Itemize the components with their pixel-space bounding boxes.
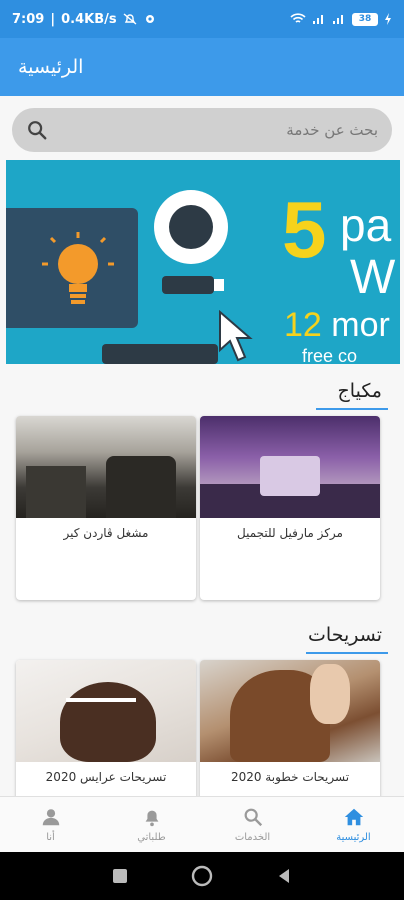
status-bar: 7:09 | 0.4KB/s 38 [0, 0, 404, 38]
search-icon [244, 808, 262, 827]
bell-icon [145, 810, 158, 827]
service-label: تسريحات عرايس 2020 [45, 770, 167, 784]
battery-indicator: 38 [352, 12, 378, 26]
nav-label: الخدمات [234, 832, 271, 843]
nav-label: أنا [46, 832, 55, 843]
signal-icon-2 [333, 15, 343, 24]
page-title: الرئيسية [18, 56, 84, 78]
service-image [200, 660, 380, 762]
banner-text-months: 12 mor [284, 306, 390, 344]
search-input[interactable] [48, 121, 378, 139]
nav-item-me[interactable]: أنا [0, 797, 101, 852]
usb-graphic [162, 276, 214, 294]
app-bar: الرئيسية [0, 38, 404, 96]
nav-item-home[interactable]: الرئيسية [303, 797, 404, 852]
main-content[interactable]: 5 pa W 12 mor free co مكياج مركز مارفيل … [0, 96, 404, 796]
section-underline [306, 652, 388, 654]
service-label: تسريحات خطوبة 2020 [230, 770, 350, 784]
home-button-icon[interactable] [191, 865, 213, 887]
home-icon [344, 808, 363, 826]
nav-item-services[interactable]: الخدمات [202, 797, 303, 852]
service-card[interactable]: تسريحات عرايس 2020 [16, 660, 196, 796]
lightbulb-icon [42, 232, 114, 304]
banner-text-w: W [350, 251, 396, 304]
service-image [16, 660, 196, 762]
status-time: 7:09 [12, 11, 45, 27]
mute-notification-icon [123, 13, 137, 25]
back-icon[interactable] [275, 867, 293, 885]
nav-label: الرئيسية [336, 832, 371, 843]
service-card[interactable]: مشغل ڤاردن كير [16, 416, 196, 600]
cursor-icon [219, 310, 253, 362]
service-label: مشغل ڤاردن كير [63, 526, 149, 540]
section-title-hairstyles: تسريحات [308, 624, 382, 646]
settings-icon [145, 15, 154, 23]
search-bar[interactable] [12, 108, 392, 152]
search-icon[interactable] [26, 119, 48, 141]
nav-item-orders[interactable]: طلباتي [101, 797, 202, 852]
service-label: مركز مارفيل للتجميل [237, 526, 343, 540]
promo-banner[interactable]: 5 pa W 12 mor free co [6, 160, 400, 364]
section-underline [316, 408, 388, 410]
system-navigation-bar [0, 852, 404, 900]
person-icon [42, 809, 59, 826]
service-image [16, 416, 196, 518]
service-card[interactable]: مركز مارفيل للتجميل [200, 416, 380, 600]
banner-number: 5 [282, 185, 327, 274]
banner-text-pa: pa [340, 199, 392, 251]
charging-icon [385, 13, 391, 25]
wifi-icon [290, 13, 306, 23]
network-speed: 0.4KB/s [61, 11, 117, 27]
banner-text-free: free co [302, 346, 358, 364]
bottom-navigation: أنا طلباتي الخدمات الرئيسية [0, 796, 404, 852]
service-card[interactable]: تسريحات خطوبة 2020 [200, 660, 380, 796]
nav-label: طلباتي [137, 832, 166, 843]
service-image [200, 416, 380, 518]
signal-icon [313, 15, 323, 24]
recent-apps-icon[interactable] [111, 867, 129, 885]
section-title-makeup: مكياج [337, 380, 382, 402]
